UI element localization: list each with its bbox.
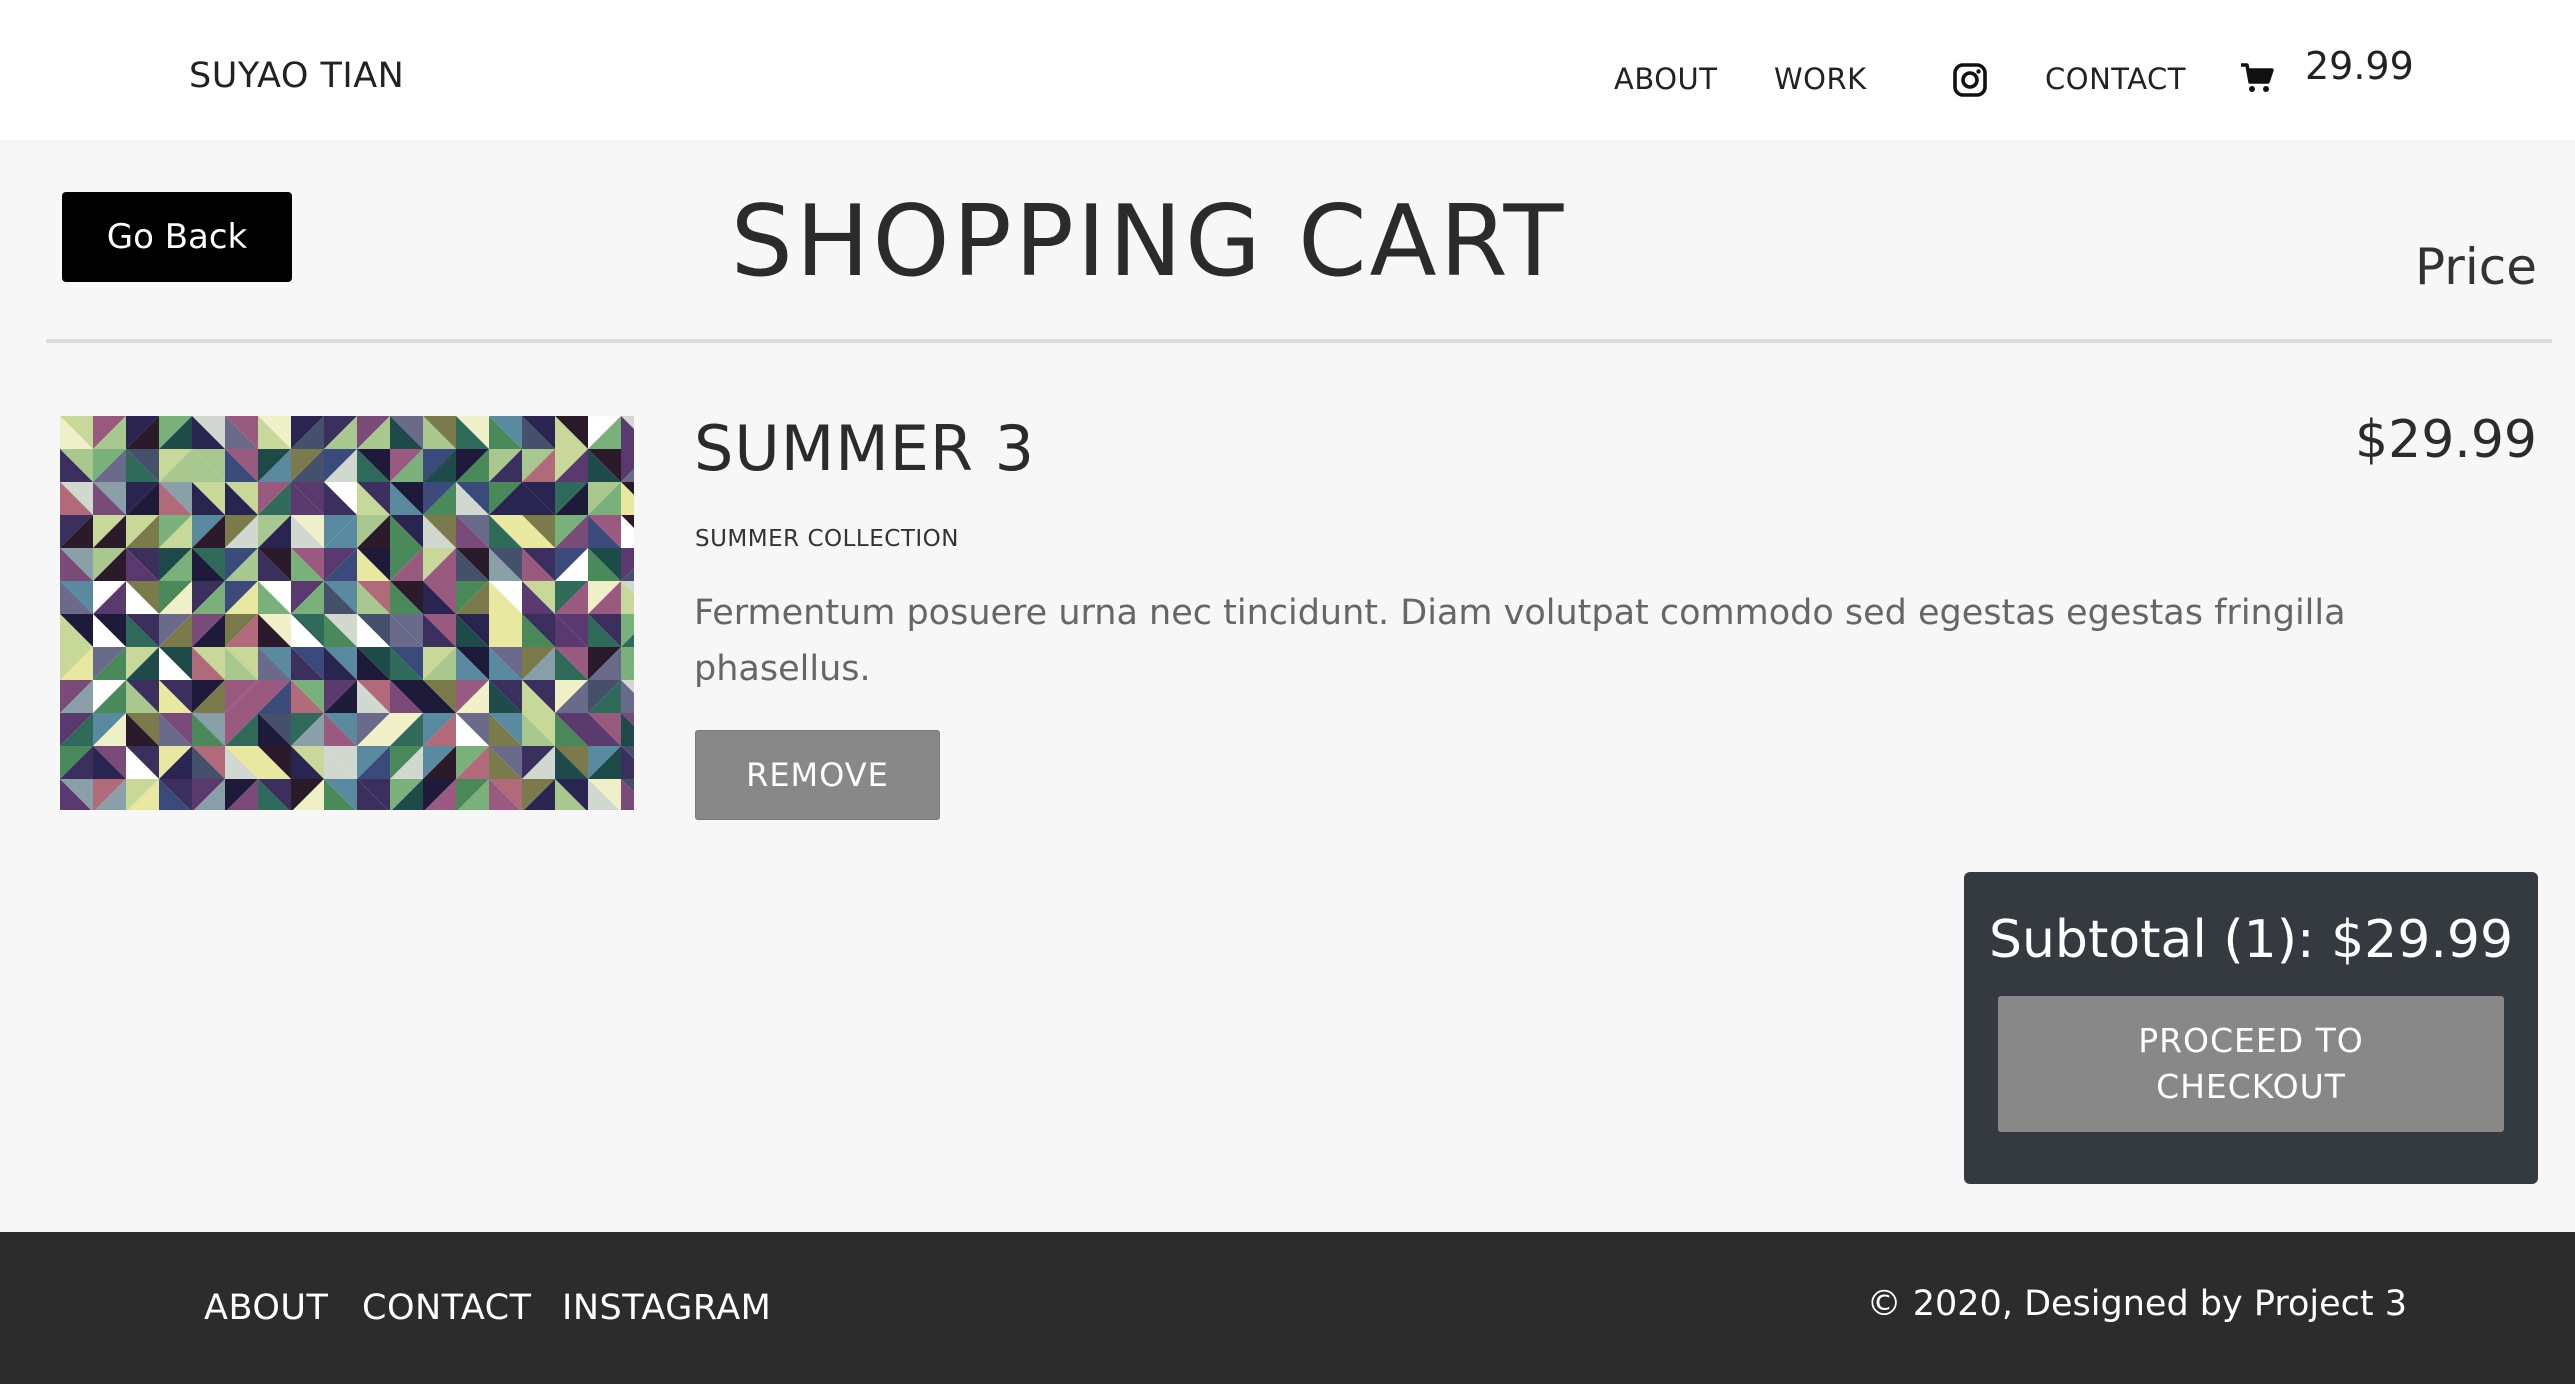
- checkout-button[interactable]: PROCEED TO CHECKOUT: [1998, 996, 2504, 1132]
- nav-work-link[interactable]: WORK: [1774, 62, 1867, 96]
- footer-instagram-link[interactable]: INSTAGRAM: [562, 1288, 771, 1328]
- footer-contact-link[interactable]: CONTACT: [362, 1288, 531, 1328]
- geometric-pattern-artwork: [60, 416, 634, 810]
- page-title: SHOPPING CART: [730, 185, 1567, 299]
- price-column-heading: Price: [2415, 238, 2537, 296]
- remove-item-button[interactable]: REMOVE: [695, 730, 940, 820]
- footer-about-link[interactable]: ABOUT: [204, 1288, 328, 1328]
- site-footer: ABOUT CONTACT INSTAGRAM © 2020, Designed…: [0, 1232, 2575, 1384]
- cart-icon[interactable]: [2240, 62, 2274, 94]
- product-image[interactable]: [60, 416, 634, 810]
- brand-logo[interactable]: SUYAO TIAN: [189, 56, 404, 96]
- product-collection: SUMMER COLLECTION: [695, 526, 959, 552]
- instagram-icon[interactable]: [1952, 62, 1988, 98]
- nav-about-link[interactable]: ABOUT: [1614, 62, 1718, 96]
- cart-total[interactable]: 29.99: [2305, 44, 2414, 88]
- nav-contact-link[interactable]: CONTACT: [2045, 62, 2186, 96]
- product-price: $29.99: [2355, 410, 2537, 470]
- subtotal-text: Subtotal (1): $29.99: [1988, 910, 2514, 970]
- copyright-text: © 2020, Designed by Project 3: [1866, 1284, 2407, 1324]
- order-summary: Subtotal (1): $29.99 PROCEED TO CHECKOUT: [1964, 872, 2538, 1184]
- site-header: SUYAO TIAN ABOUT WORK CONTACT 29.99: [0, 0, 2575, 140]
- divider: [46, 339, 2552, 343]
- product-name[interactable]: SUMMER 3: [694, 412, 1035, 485]
- product-description: Fermentum posuere urna nec tincidunt. Di…: [694, 593, 2346, 689]
